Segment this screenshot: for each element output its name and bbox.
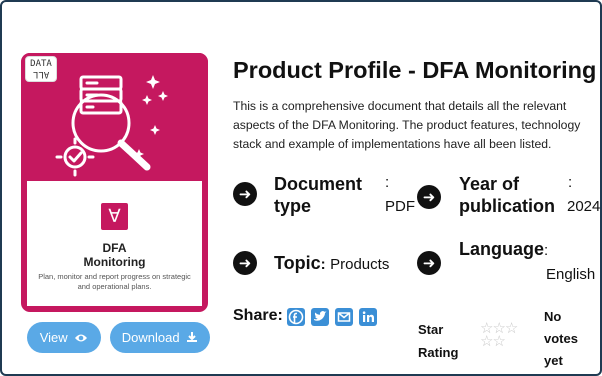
topic-value: Products: [330, 256, 390, 273]
product-panel: DATA ALL ∀ DFA Monitoring Plan, monitor …: [0, 0, 602, 376]
cover-hero: DATA ALL: [21, 53, 208, 181]
cover-title: DFA Monitoring: [27, 241, 202, 269]
logo-text-top: DATA: [30, 59, 52, 69]
twitter-icon[interactable]: [311, 308, 329, 326]
facebook-icon[interactable]: [287, 308, 305, 326]
cover-title-line1: DFA: [102, 241, 127, 255]
cover-info: ∀ DFA Monitoring Plan, monitor and repor…: [27, 181, 202, 306]
star-rating-label-line1: Star: [418, 322, 444, 337]
year-colon: :: [568, 174, 573, 191]
product-cover-card[interactable]: DATA ALL ∀ DFA Monitoring Plan, monitor …: [21, 53, 208, 312]
language-label: Language: [459, 239, 545, 259]
arrow-right-icon: ➜: [233, 182, 257, 206]
arrow-right-icon: ➜: [233, 251, 257, 275]
document-type-colon: :: [385, 174, 390, 191]
star-icon[interactable]: ☆: [480, 333, 493, 350]
share-label: Share:: [233, 307, 283, 324]
language-value: English: [546, 266, 596, 283]
document-type-label-line1: Document: [274, 174, 363, 194]
page-title: Product Profile - DFA Monitoring: [233, 57, 597, 83]
year-value: 2024: [567, 198, 601, 215]
topic-label: Topic: [274, 253, 321, 273]
document-type-value: PDF: [385, 198, 415, 215]
linkedin-icon[interactable]: [359, 308, 377, 326]
product-description: This is a comprehensive document that de…: [233, 99, 581, 151]
votes-line1: No: [544, 309, 562, 324]
star-rating-label: Star Rating: [418, 318, 458, 364]
server-magnifier-icon: [55, 75, 168, 177]
arrow-right-icon: ➜: [417, 251, 441, 275]
download-icon: [186, 331, 198, 345]
star-icon[interactable]: ☆: [505, 320, 518, 337]
download-button[interactable]: Download: [110, 322, 210, 353]
star-rating-widget[interactable]: ☆☆☆ ☆☆: [480, 320, 530, 350]
topic-row: Topic: Products: [274, 253, 390, 273]
language-colon: :: [544, 242, 549, 259]
year-label-line1: Year of: [459, 174, 520, 194]
document-type-label: Document type: [274, 173, 362, 217]
document-type-label-line2: type: [274, 196, 312, 216]
dataall-logo: DATA ALL: [25, 56, 57, 82]
language-row: Language:: [459, 238, 548, 260]
arrow-right-icon: ➜: [417, 185, 441, 209]
download-button-label: Download: [121, 330, 180, 345]
view-button[interactable]: View: [27, 322, 101, 353]
logo-text-bottom: ALL: [32, 69, 50, 79]
product-badge-icon: ∀: [101, 203, 128, 230]
cover-subtitle: Plan, monitor and report progress on str…: [38, 272, 191, 291]
votes-count: No votes yet: [544, 306, 578, 372]
star-icon[interactable]: ☆: [492, 333, 505, 350]
email-icon[interactable]: [335, 308, 353, 326]
eye-icon: [74, 331, 88, 345]
year-label: Year of publication: [459, 173, 555, 217]
cover-title-line2: Monitoring: [83, 255, 146, 269]
star-rating-label-line2: Rating: [418, 345, 459, 360]
votes-line3: yet: [544, 353, 563, 368]
votes-line2: votes: [544, 331, 578, 346]
view-button-label: View: [39, 330, 68, 345]
year-label-line2: publication: [459, 196, 555, 216]
